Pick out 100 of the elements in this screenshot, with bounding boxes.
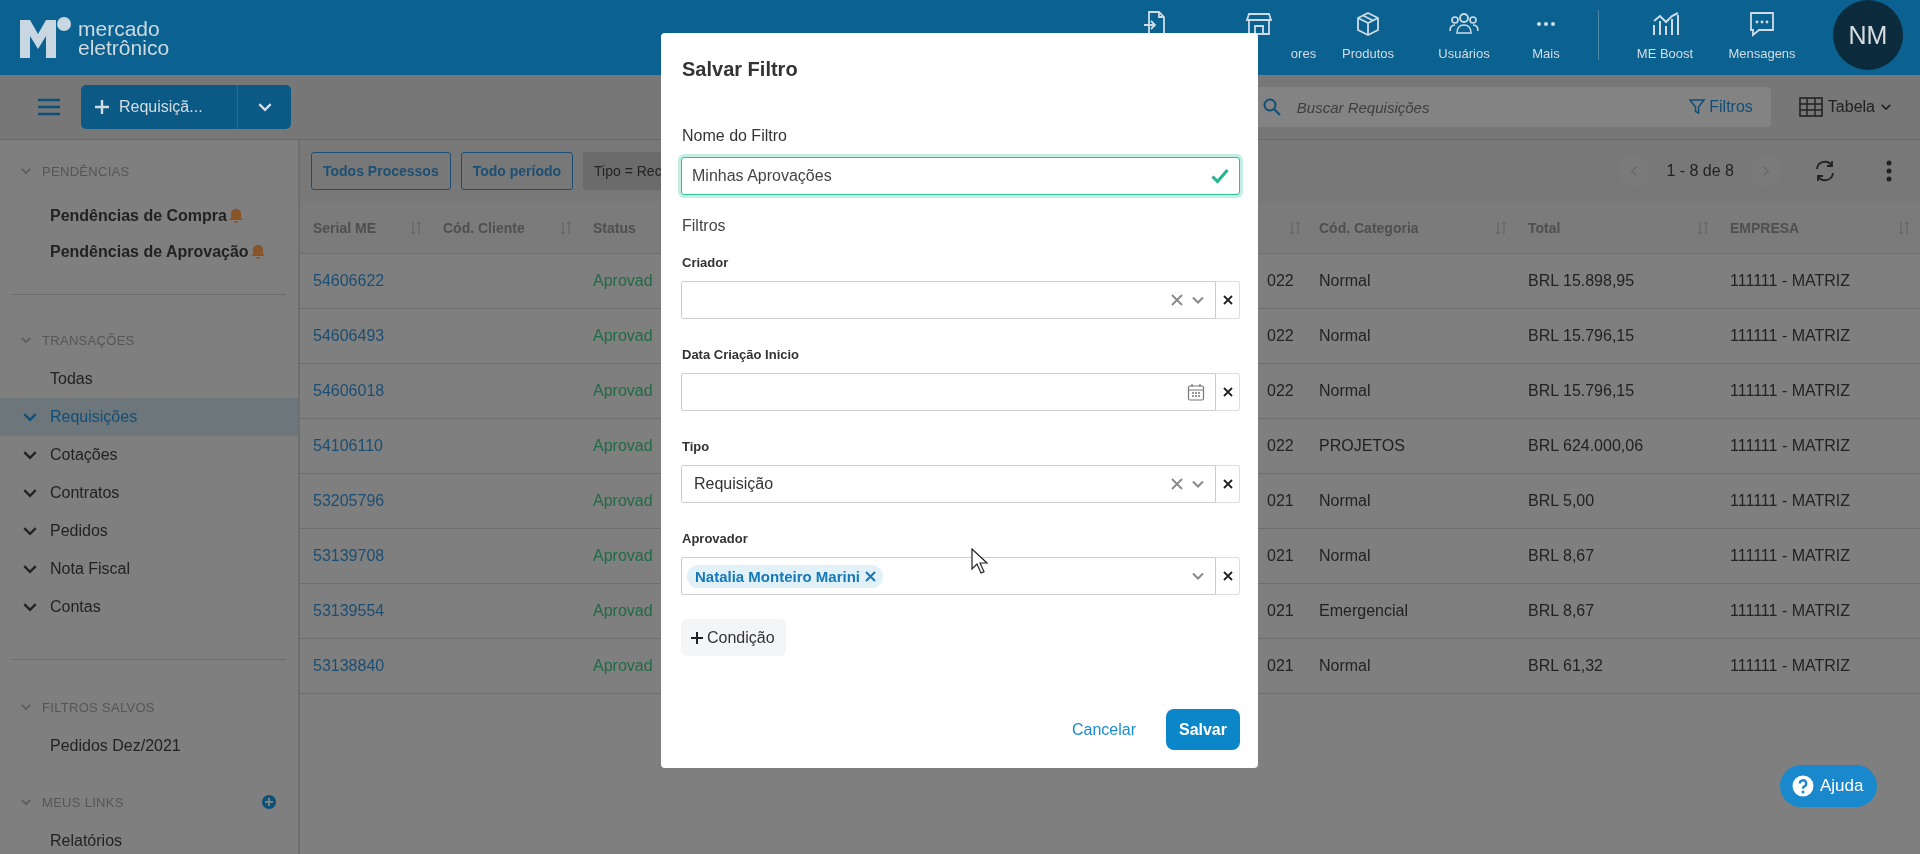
more-icon	[1536, 21, 1556, 27]
table-cell-text: BRL 15.898,95	[1527, 272, 1635, 290]
logo-text: mercado	[78, 18, 161, 38]
sidebar-item[interactable]: Contas	[0, 588, 298, 626]
sidebar-item[interactable]: Pedidos Dez/2021	[0, 727, 298, 765]
serial-link[interactable]: 54606622	[300, 272, 385, 290]
nav-item[interactable]: Produtos	[1320, 0, 1416, 75]
table-cell-text: Aprovad	[592, 657, 653, 675]
table-cell-text: 022	[1266, 272, 1294, 290]
add-icon[interactable]	[262, 795, 276, 809]
table-cell-text: 111111 - MATRIZ	[1729, 272, 1851, 290]
serial-link[interactable]: 54106110	[300, 437, 383, 455]
table-cell-text: Aprovad	[592, 272, 653, 290]
table-cell-text: Normal	[1318, 272, 1371, 290]
sidebar-item[interactable]: Todas	[0, 360, 298, 398]
user-avatar[interactable]: NM	[1833, 0, 1903, 70]
logo-text: eletrônico	[78, 37, 170, 57]
serial-link[interactable]: 54606493	[300, 327, 385, 345]
table-cell-text: 021	[1266, 547, 1294, 565]
check-icon	[1211, 168, 1229, 184]
view-button[interactable]: Tabela	[1792, 96, 1898, 118]
table-cell-text: Aprovad	[592, 602, 653, 620]
remove-filter-button[interactable]	[1216, 281, 1240, 319]
nav-item[interactable]: Mensagens	[1713, 0, 1811, 75]
table-cell-text: 111111 - MATRIZ	[1729, 492, 1851, 510]
chevron-icon	[20, 701, 32, 713]
sidebar-item[interactable]: Pendências de Compra	[0, 198, 298, 234]
nav-item[interactable]: Mais	[1512, 0, 1580, 75]
serial-link[interactable]: 53139708	[300, 547, 385, 565]
field-label: Aprovador	[682, 531, 749, 546]
sidebar-item[interactable]: Pendências de Aprovação	[0, 234, 298, 270]
menu-icon[interactable]	[37, 97, 61, 117]
table-cell-text: 021	[1266, 492, 1294, 510]
sidebar-item[interactable]: Pedidos	[0, 512, 298, 550]
table-cell-text: Aprovad	[592, 492, 653, 510]
more-icon[interactable]	[1886, 160, 1892, 182]
remove-filter-button[interactable]	[1216, 373, 1240, 411]
table-cell-text: 111111 - MATRIZ	[1729, 602, 1851, 620]
table-cell-text: BRL 5,00	[1527, 492, 1595, 510]
save-button[interactable]: Salvar	[1165, 709, 1240, 750]
table-cell-text: BRL 61,32	[1527, 657, 1603, 675]
bell-icon	[250, 244, 265, 260]
serial-link[interactable]: 54606018	[300, 382, 385, 400]
table-cell-text: 021	[1266, 602, 1294, 620]
field-label: Data Criação Inicio	[682, 347, 801, 362]
search-icon	[1262, 98, 1281, 116]
refresh-icon[interactable]	[1814, 160, 1836, 182]
table-cell-text: Normal	[1318, 547, 1371, 565]
chevron-icon	[20, 796, 32, 808]
remove-filter-button[interactable]	[1216, 557, 1240, 595]
cancel-button[interactable]: Cancelar	[1065, 719, 1142, 740]
filter-name-field[interactable]: Minhas Aprovações	[681, 157, 1240, 195]
close-icon	[1222, 387, 1233, 397]
serial-link[interactable]: 53205796	[300, 492, 385, 510]
serial-link[interactable]: 53138840	[300, 657, 385, 675]
sidebar-item[interactable]: Relatórios	[0, 822, 298, 854]
chevron-icon	[20, 165, 32, 177]
plus-icon	[691, 631, 703, 644]
clear-icon[interactable]	[1171, 294, 1183, 306]
table-cell-text: Emergencial	[1318, 602, 1408, 620]
table-cell-text: BRL 15.796,15	[1527, 327, 1635, 345]
section-label: Filtros	[682, 217, 727, 235]
table-cell-text: Aprovad	[592, 437, 653, 455]
help-button[interactable]: Ajuda	[1780, 765, 1878, 807]
table-cell-text: 111111 - MATRIZ	[1729, 657, 1851, 675]
clear-icon[interactable]	[1171, 478, 1183, 490]
sidebar-item[interactable]: Nota Fiscal	[0, 550, 298, 588]
table-cell-text: 111111 - MATRIZ	[1729, 327, 1851, 345]
calendar-icon	[1187, 383, 1205, 401]
sidebar-item[interactable]: Contratos	[0, 474, 298, 512]
chevron-icon	[20, 334, 32, 346]
plus-icon	[95, 100, 109, 114]
select-field[interactable]: Requisição	[681, 465, 1216, 503]
table-cell-text: Normal	[1318, 492, 1371, 510]
close-icon	[1222, 479, 1233, 489]
selected-tag[interactable]: Natalia Monteiro Marini	[687, 564, 884, 588]
table-cell-text: BRL 8,67	[1527, 602, 1595, 620]
page-range: 1 - 8 de 8	[1666, 162, 1734, 180]
nav-item[interactable]: ME Boost	[1617, 0, 1713, 75]
serial-link[interactable]: 53139554	[300, 602, 385, 620]
date-field[interactable]	[681, 373, 1216, 411]
remove-icon[interactable]	[865, 570, 877, 582]
caret-icon	[1880, 101, 1892, 113]
add-condition-button[interactable]: Condição	[681, 619, 786, 656]
nav-item[interactable]: Usuários	[1416, 0, 1512, 75]
nav-item[interactable]: ores	[1197, 0, 1320, 75]
table-icon	[1798, 97, 1823, 117]
filters-button[interactable]: Filtros	[1683, 97, 1759, 117]
sidebar-item[interactable]: Cotações	[0, 436, 298, 474]
multi-select-field[interactable]: Natalia Monteiro Marini	[681, 557, 1216, 595]
search-input[interactable]: Buscar Requisições	[1294, 97, 1670, 117]
table-cell-text: 111111 - MATRIZ	[1729, 382, 1851, 400]
close-icon	[1222, 571, 1233, 581]
field-label: Nome do Filtro	[682, 127, 788, 145]
field-label: Criador	[682, 255, 730, 270]
table-cell-text: Normal	[1318, 657, 1371, 675]
table-cell-text: Aprovad	[592, 382, 653, 400]
select-field[interactable]	[681, 281, 1216, 319]
remove-filter-button[interactable]	[1216, 465, 1240, 503]
table-cell-text: Normal	[1318, 382, 1371, 400]
